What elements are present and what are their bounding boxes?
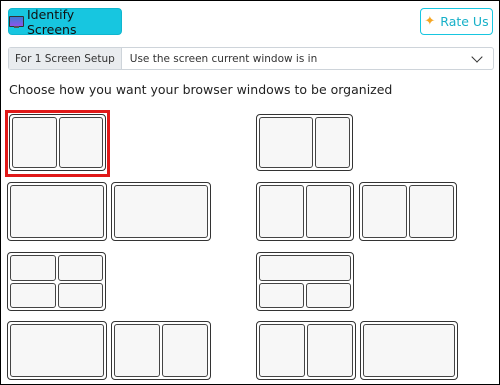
layout-two-columns-right-narrow[interactable] <box>256 114 353 171</box>
layout-two-columns-b[interactable] <box>256 182 354 241</box>
instruction-text: Choose how you want your browser windows… <box>9 82 393 97</box>
layout-top-one-bottom-two[interactable] <box>256 252 354 311</box>
extension-popup: Identify Screens ✦ Rate Us For 1 Screen … <box>0 0 500 385</box>
layout-pane <box>259 324 305 377</box>
layout-pane <box>10 324 104 377</box>
layout-pane <box>259 255 351 281</box>
layout-pane <box>362 185 407 238</box>
monitor-icon <box>9 15 24 28</box>
identify-screens-label: Identify Screens <box>27 6 77 37</box>
chevron-down-icon <box>471 50 483 63</box>
layout-two-columns-e[interactable] <box>256 321 356 380</box>
layout-pane <box>306 282 351 308</box>
layout-two-columns[interactable] <box>9 114 106 171</box>
rate-us-button[interactable]: ✦ Rate Us <box>420 8 493 35</box>
layout-pane <box>12 117 57 168</box>
layout-pane <box>10 255 56 281</box>
layout-single-right[interactable] <box>111 182 211 241</box>
layout-pane <box>307 324 353 377</box>
layout-two-columns-d[interactable] <box>111 321 211 380</box>
rate-us-label: Rate Us <box>440 14 489 29</box>
layout-pane <box>259 117 313 168</box>
layout-pane <box>10 185 104 238</box>
layout-single-e[interactable] <box>360 321 458 380</box>
screen-setup-select[interactable]: Use the screen current window is in <box>122 48 493 69</box>
screen-setup-row: For 1 Screen Setup Use the screen curren… <box>8 47 494 70</box>
layout-pane <box>57 255 103 281</box>
layout-pane <box>259 185 304 238</box>
layout-single-left[interactable] <box>7 182 107 241</box>
layout-pane <box>10 282 56 308</box>
layout-grid-2x2[interactable] <box>7 252 106 311</box>
layout-pane <box>259 282 304 308</box>
screen-setup-value: Use the screen current window is in <box>129 52 318 65</box>
layout-single-d[interactable] <box>7 321 107 380</box>
layout-pane <box>57 282 103 308</box>
sparkle-icon: ✦ <box>424 14 436 29</box>
layout-pane <box>363 324 455 377</box>
layout-two-columns-c[interactable] <box>359 182 457 241</box>
layout-pane <box>314 117 350 168</box>
layout-pane <box>162 324 208 377</box>
layout-pane <box>409 185 454 238</box>
layout-pane <box>306 185 351 238</box>
layout-pane <box>114 185 208 238</box>
layout-pane <box>58 117 103 168</box>
identify-screens-button[interactable]: Identify Screens <box>8 6 122 37</box>
layout-pane <box>114 324 160 377</box>
screen-setup-label: For 1 Screen Setup <box>9 48 122 69</box>
